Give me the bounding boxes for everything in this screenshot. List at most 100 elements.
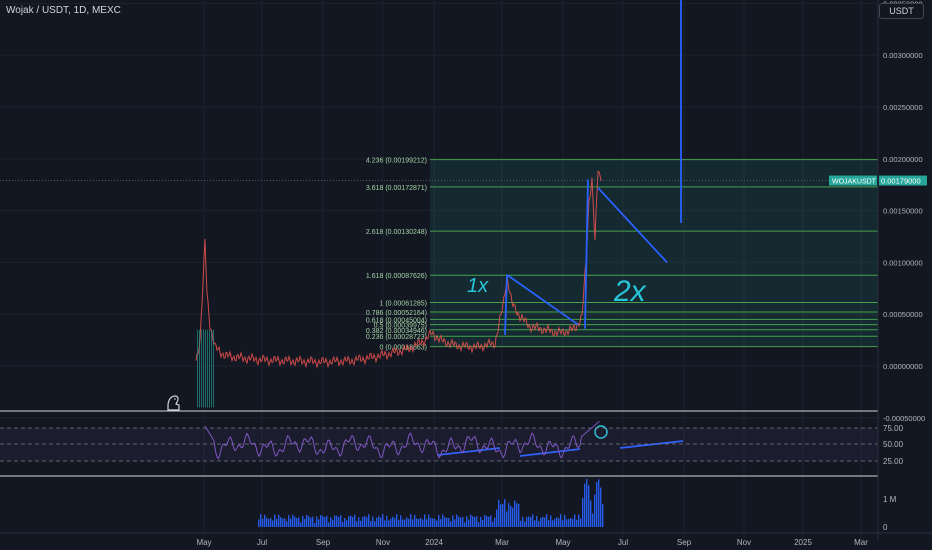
volume-bar bbox=[592, 513, 594, 527]
volume-bar bbox=[598, 479, 600, 527]
volume-bar bbox=[530, 517, 532, 527]
volume-bar bbox=[492, 521, 494, 527]
volume-bar bbox=[502, 503, 504, 527]
volume-bar bbox=[376, 517, 378, 527]
price-axis-label: 0.00150000 bbox=[883, 207, 923, 216]
volume-bar bbox=[490, 515, 492, 527]
volume-bar bbox=[518, 503, 520, 527]
volume-bar bbox=[324, 517, 326, 527]
volume-bar bbox=[520, 520, 522, 527]
pump-bar bbox=[201, 329, 202, 408]
volume-bar bbox=[342, 521, 344, 527]
volume-bar bbox=[428, 514, 430, 527]
volume-bar bbox=[414, 514, 416, 527]
volume-bar bbox=[312, 516, 314, 527]
volume-bar bbox=[386, 515, 388, 527]
volume-bar bbox=[580, 518, 582, 527]
volume-bar bbox=[566, 519, 568, 527]
volume-bar bbox=[292, 514, 294, 527]
volume-bar bbox=[354, 514, 356, 527]
time-axis-label: Sep bbox=[316, 538, 331, 547]
volume-bar bbox=[584, 483, 586, 527]
note-1x[interactable]: 1x bbox=[467, 275, 489, 297]
time-axis-label: Mar bbox=[495, 538, 509, 547]
volume-bar bbox=[596, 481, 598, 527]
rsi-axis-label: 50.00 bbox=[883, 440, 904, 449]
volume-bar bbox=[522, 516, 524, 527]
volume-bar bbox=[332, 519, 334, 527]
time-axis[interactable]: May Jul Sep Nov 2024 Mar May Jul Sep Nov 2025 Mar bbox=[0, 532, 932, 547]
volume-bar bbox=[578, 514, 580, 527]
volume-bar bbox=[288, 515, 290, 527]
volume-bar bbox=[542, 516, 544, 527]
pump-bar bbox=[199, 329, 200, 408]
time-axis-label: May bbox=[555, 538, 570, 547]
time-axis-label: 2024 bbox=[425, 538, 443, 547]
volume-bar bbox=[348, 516, 350, 527]
time-axis-label: May bbox=[196, 538, 211, 547]
volume-bar bbox=[446, 517, 448, 527]
volume-bar bbox=[488, 516, 490, 527]
volume-bar bbox=[302, 515, 304, 527]
pump-bar bbox=[213, 329, 214, 408]
volume-bar bbox=[468, 519, 470, 527]
volume-bar bbox=[296, 517, 298, 527]
volume-bar bbox=[306, 514, 308, 527]
chart-canvas[interactable]: 4.236 (0.00199212) 3.618 (0.00172871) 2.61… bbox=[0, 0, 932, 550]
volume-bar bbox=[528, 516, 530, 527]
volume-bar bbox=[588, 485, 590, 527]
volume-bar bbox=[464, 522, 466, 527]
volume-bar bbox=[262, 518, 264, 527]
volume-bar bbox=[498, 499, 500, 527]
volume-bar bbox=[570, 517, 572, 527]
volume-bar bbox=[374, 521, 376, 527]
price-axis-label: 0.00050000 bbox=[883, 310, 923, 319]
volume-bar bbox=[556, 517, 558, 527]
volume-bar bbox=[358, 517, 360, 527]
volume-bar bbox=[258, 519, 260, 527]
volume-bar bbox=[476, 516, 478, 527]
fib-level-label: 3.618 (0.00172871) bbox=[366, 185, 427, 192]
volume-bar bbox=[290, 518, 292, 527]
volume-bar bbox=[444, 517, 446, 527]
volume-bar bbox=[382, 514, 384, 527]
volume-bar bbox=[602, 504, 604, 527]
volume-bar bbox=[336, 515, 338, 527]
volume-bar bbox=[508, 503, 510, 527]
time-axis-label: Jul bbox=[618, 538, 628, 547]
time-axis-label: 2025 bbox=[794, 538, 812, 547]
volume-bar bbox=[304, 518, 306, 527]
volume-bar bbox=[536, 516, 538, 527]
volume-bar bbox=[560, 514, 562, 527]
volume-bar bbox=[564, 514, 566, 527]
time-axis-label: Mar bbox=[854, 538, 868, 547]
volume-bar bbox=[318, 519, 320, 527]
volume-bar bbox=[550, 515, 552, 527]
currency-button[interactable]: USDT bbox=[879, 3, 924, 19]
volume-bar bbox=[442, 514, 444, 527]
fib-level-label: 0.786 (0.00052164) bbox=[366, 310, 427, 317]
volume-bar bbox=[346, 520, 348, 527]
fibonacci-extension[interactable]: 4.236 (0.00199212) 3.618 (0.00172871) 2.61… bbox=[366, 158, 878, 352]
volume-bar bbox=[574, 514, 576, 527]
current-price-label: 0.00179000 bbox=[881, 177, 921, 186]
volume-bar bbox=[384, 520, 386, 527]
volume-bar bbox=[410, 514, 412, 527]
axis-background bbox=[878, 0, 932, 550]
volume-axis-label: 1 M bbox=[883, 495, 897, 504]
volume-bar bbox=[534, 520, 536, 527]
volume-bar bbox=[360, 520, 362, 527]
volume-bar bbox=[496, 509, 498, 527]
volume-bar bbox=[316, 516, 318, 527]
volume-bar bbox=[568, 518, 570, 527]
note-2x[interactable]: 2x bbox=[613, 275, 647, 308]
tradingview-dino-icon bbox=[167, 395, 180, 411]
volume-bar bbox=[590, 500, 592, 527]
pump-bar bbox=[197, 329, 198, 408]
volume-bar bbox=[284, 518, 286, 527]
volume-bar bbox=[454, 519, 456, 527]
volume-bar bbox=[412, 519, 414, 527]
volume-bar bbox=[558, 518, 560, 527]
volume-bar bbox=[328, 522, 330, 527]
volume-bar bbox=[480, 516, 482, 527]
